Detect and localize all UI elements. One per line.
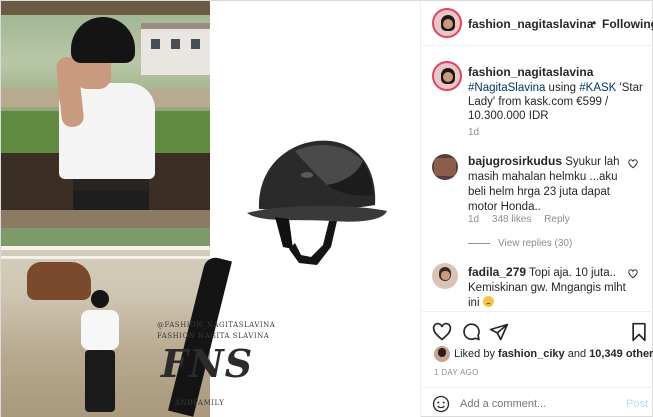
comment-input[interactable] xyxy=(460,398,610,410)
comment-icon[interactable] xyxy=(461,322,481,342)
share-icon[interactable] xyxy=(489,322,509,342)
view-replies-button[interactable]: View replies (30) xyxy=(468,238,572,249)
post-actions: Liked by fashion_ciky and 10,349 others … xyxy=(422,311,653,417)
comment-timestamp[interactable]: 1d xyxy=(468,214,479,225)
watermark-handle: @FASHION_NAGITASLAVINA xyxy=(157,321,276,329)
comment-text: bajugrosirkudus Syukur lah masih mahalan… xyxy=(468,154,620,213)
post-media[interactable]: @FASHION_NAGITASLAVINA FASHION NAGITA SL… xyxy=(1,1,421,417)
watermark-logo: FNS xyxy=(161,341,254,386)
post-side-panel: fashion_nagitaslavina • Following fashio… xyxy=(422,1,653,417)
person-figure xyxy=(77,290,121,417)
liked-by-username[interactable]: fashion_ciky xyxy=(498,348,565,360)
kask-helmet-image xyxy=(247,140,387,265)
smile-icon[interactable] xyxy=(432,395,450,413)
avatar[interactable] xyxy=(434,346,450,362)
following-button[interactable]: Following xyxy=(602,17,653,31)
comment-meta: 1d 348 likes Reply xyxy=(468,214,580,225)
caption-timestamp[interactable]: 1d xyxy=(468,127,479,138)
likes-summary[interactable]: Liked by fashion_ciky and 10,349 others xyxy=(454,348,653,360)
sad-face-emoji-icon xyxy=(482,296,494,307)
caption-text: #NagitaSlavina using #KASK 'Star Lady' f… xyxy=(468,82,643,122)
heart-icon[interactable] xyxy=(432,322,452,342)
watermark-family: ANDFAMILY xyxy=(175,399,225,407)
photo-rider-fastening-helmet xyxy=(1,1,210,210)
watermark-name: FASHION NAGITA SLAVINA xyxy=(157,332,270,340)
comment-username[interactable]: fadila_279 xyxy=(468,265,526,279)
likes-count[interactable]: 10,349 others xyxy=(589,348,653,360)
avatar[interactable] xyxy=(432,8,462,38)
hashtag-link[interactable]: #NagitaSlavina xyxy=(468,82,545,94)
post-timestamp[interactable]: 1 DAY AGO xyxy=(434,368,479,377)
post-header: fashion_nagitaslavina • Following xyxy=(422,1,653,46)
heart-icon[interactable] xyxy=(628,159,638,169)
avatar[interactable] xyxy=(432,154,458,180)
comment-username[interactable]: bajugrosirkudus xyxy=(468,154,562,168)
post-comment-button[interactable]: Post xyxy=(626,398,648,410)
separator-dot: • xyxy=(592,16,597,30)
comment-likes[interactable]: 348 likes xyxy=(492,214,531,225)
person-figure xyxy=(55,17,157,210)
heart-icon[interactable] xyxy=(628,269,638,279)
comment-text: fadila_279 Topi aja. 10 juta.. Kemiskina… xyxy=(468,265,626,309)
header-username[interactable]: fashion_nagitaslavina xyxy=(468,17,593,31)
avatar[interactable] xyxy=(432,61,462,91)
bookmark-icon[interactable] xyxy=(630,322,648,342)
hashtag-link[interactable]: #KASK xyxy=(579,82,616,94)
avatar[interactable] xyxy=(432,263,458,289)
add-comment-bar: Post xyxy=(422,387,653,417)
instagram-post: @FASHION_NAGITASLAVINA FASHION NAGITA SL… xyxy=(0,0,653,417)
reply-button[interactable]: Reply xyxy=(544,214,570,225)
caption-username[interactable]: fashion_nagitaslavina xyxy=(468,65,593,79)
